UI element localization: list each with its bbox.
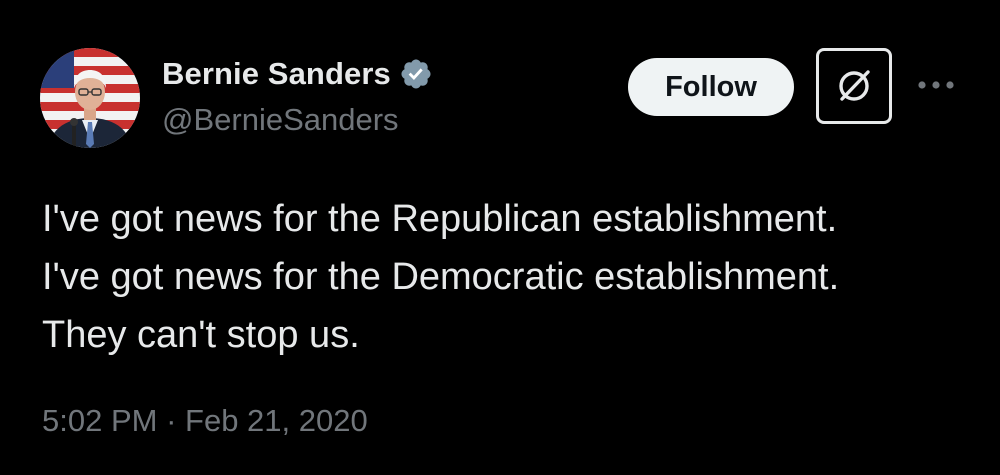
tweet-text-line: They can't stop us. [42, 314, 360, 356]
tweet-text: I've got news for the Republican establi… [42, 190, 982, 364]
verified-badge-icon [401, 59, 431, 89]
tweet-time: 5:02 PM [42, 403, 158, 438]
profile-photo [40, 48, 140, 148]
grok-button[interactable] [816, 48, 892, 124]
author-handle[interactable]: @BernieSanders [162, 102, 399, 138]
tweet-date: Feb 21, 2020 [185, 403, 368, 438]
more-dots-icon [918, 81, 954, 89]
name-row: Bernie Sanders [162, 54, 433, 94]
timestamp-separator: · [166, 403, 177, 438]
tweet-text-line: I've got news for the Republican establi… [42, 198, 838, 240]
tweet-text-line: I've got news for the Democratic establi… [42, 256, 840, 298]
avatar[interactable] [40, 48, 140, 148]
more-button[interactable] [914, 70, 958, 100]
follow-button[interactable]: Follow [628, 58, 794, 116]
grok-icon [839, 70, 870, 101]
tweet-card: Bernie Sanders @BernieSanders Follow I'v… [0, 0, 1000, 475]
tweet-timestamp[interactable]: 5:02 PM · Feb 21, 2020 [42, 403, 368, 439]
author-display-name[interactable]: Bernie Sanders [162, 56, 391, 92]
